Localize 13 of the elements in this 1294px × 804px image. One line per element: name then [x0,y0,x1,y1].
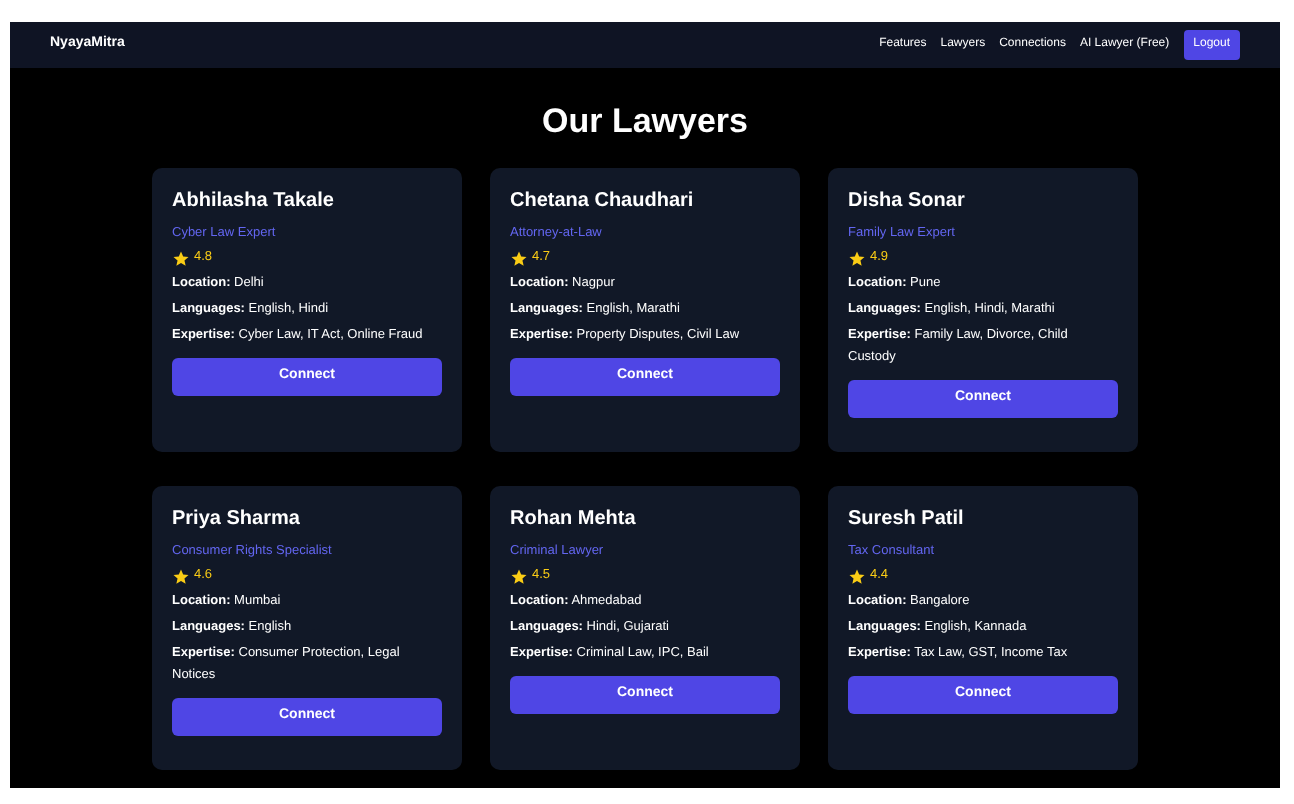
star-icon [172,567,190,586]
star-icon [848,567,866,586]
lawyer-name: Rohan Mehta [510,505,638,533]
lawyer-name: Chetana Chaudhari [510,187,696,215]
star-icon [172,249,190,268]
lawyer-name: Suresh Patil [848,505,966,533]
page-heading: Our Lawyers [540,100,750,144]
star-icon [510,567,528,586]
lawyer-name: Disha Sonar [848,187,967,215]
lawyer-name: Abhilasha Takale [172,187,336,215]
star-icon [510,249,528,268]
star-icon [848,249,866,268]
lawyer-name: Priya Sharma [172,505,302,533]
